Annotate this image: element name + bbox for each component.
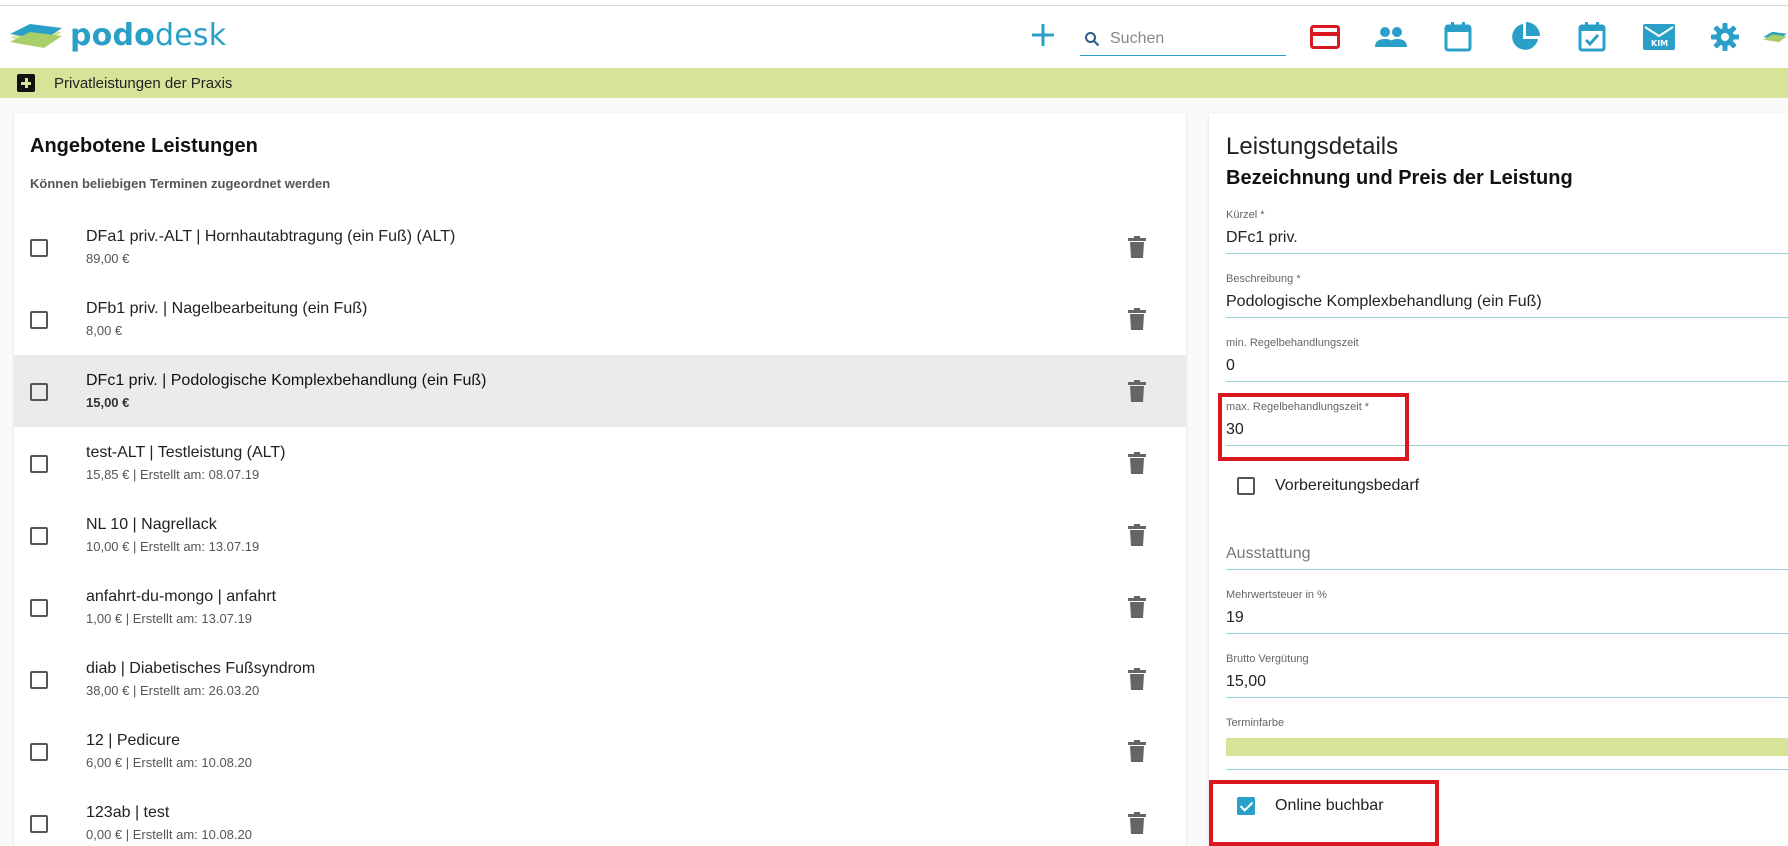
- kim-label: KIM: [1651, 39, 1669, 48]
- services-list-title: Angebotene Leistungen: [30, 135, 258, 157]
- row-checkbox[interactable]: [30, 671, 48, 689]
- row-checkbox[interactable]: [30, 383, 48, 401]
- item-title: DFb1 priv. | Nagelbearbeitung (ein Fuß): [86, 300, 368, 317]
- section-bar: Privatleistungen der Praxis: [0, 68, 1788, 98]
- logo-text-rest: desk: [154, 18, 227, 53]
- field-value[interactable]: 19: [1226, 609, 1788, 633]
- details-subtitle: Bezeichnung und Preis der Leistung: [1226, 167, 1573, 189]
- field-value[interactable]: 0: [1226, 357, 1788, 381]
- trash-icon[interactable]: [1128, 668, 1146, 690]
- field-label: min. Regelbehandlungszeit: [1226, 337, 1359, 349]
- list-item[interactable]: DFa1 priv.-ALT | Hornhautabtragung (ein …: [14, 211, 1186, 283]
- item-meta: 0,00 € | Erstellt am: 10.08.20: [86, 827, 252, 842]
- pie-chart-icon[interactable]: [1508, 20, 1542, 54]
- item-meta: 6,00 € | Erstellt am: 10.08.20: [86, 755, 252, 770]
- trash-icon[interactable]: [1128, 380, 1146, 402]
- service-details-card: Leistungsdetails Bezeichnung und Preis d…: [1209, 113, 1788, 846]
- field-label: Terminfarbe: [1226, 717, 1285, 729]
- item-title: DFa1 priv.-ALT | Hornhautabtragung (ein …: [86, 228, 456, 245]
- list-item[interactable]: NL 10 | Nagrellack 10,00 € | Erstellt am…: [14, 499, 1186, 571]
- item-meta: 1,00 € | Erstellt am: 13.07.19: [86, 611, 252, 626]
- list-item[interactable]: diab | Diabetisches Fußsyndrom 38,00 € |…: [14, 643, 1186, 715]
- item-title: 123ab | test: [86, 804, 170, 821]
- kuerzel-field[interactable]: Kürzel * DFc1 priv.: [1226, 209, 1788, 254]
- credit-card-icon[interactable]: [1308, 20, 1342, 54]
- item-meta: 10,00 € | Erstellt am: 13.07.19: [86, 539, 260, 554]
- list-item[interactable]: DFb1 priv. | Nagelbearbeitung (ein Fuß) …: [14, 283, 1186, 355]
- gear-icon[interactable]: [1708, 20, 1742, 54]
- field-underline: [1226, 769, 1788, 770]
- search-input[interactable]: [1110, 29, 1280, 48]
- add-plus-icon[interactable]: [1030, 22, 1056, 48]
- list-item[interactable]: 123ab | test 0,00 € | Erstellt am: 10.08…: [14, 787, 1186, 846]
- services-list: DFa1 priv.-ALT | Hornhautabtragung (ein …: [14, 211, 1186, 846]
- field-label: Brutto Vergütung: [1226, 653, 1309, 665]
- people-icon[interactable]: [1374, 20, 1408, 54]
- item-title: test-ALT | Testleistung (ALT): [86, 444, 286, 461]
- vorbereitung-checkbox[interactable]: [1237, 477, 1255, 495]
- search-icon: [1085, 31, 1100, 46]
- row-checkbox[interactable]: [30, 527, 48, 545]
- item-title: DFc1 priv. | Podologische Komplexbehandl…: [86, 372, 487, 389]
- row-checkbox[interactable]: [30, 815, 48, 833]
- trash-icon[interactable]: [1128, 308, 1146, 330]
- trash-icon[interactable]: [1128, 740, 1146, 762]
- logo-text-bold: podo: [70, 18, 155, 53]
- item-meta: 38,00 € | Erstellt am: 26.03.20: [86, 683, 260, 698]
- beschreibung-field[interactable]: Beschreibung * Podologische Komplexbehan…: [1226, 273, 1788, 318]
- terminfarbe-swatch[interactable]: [1226, 738, 1788, 756]
- field-label: Kürzel *: [1226, 209, 1265, 221]
- mwst-field[interactable]: Mehrwertsteuer in % 19: [1226, 589, 1788, 634]
- trash-icon[interactable]: [1128, 452, 1146, 474]
- row-checkbox[interactable]: [30, 743, 48, 761]
- calendar-check-icon[interactable]: [1575, 20, 1609, 54]
- field-value[interactable]: Podologische Komplexbehandlung (ein Fuß): [1226, 293, 1788, 317]
- field-value[interactable]: DFc1 priv.: [1226, 229, 1788, 253]
- field-value[interactable]: 15,00: [1226, 673, 1788, 697]
- list-item[interactable]: anfahrt-du-mongo | anfahrt 1,00 € | Erst…: [14, 571, 1186, 643]
- highlight-box: [1218, 393, 1409, 461]
- list-item[interactable]: 12 | Pedicure 6,00 € | Erstellt am: 10.0…: [14, 715, 1186, 787]
- services-list-card: Angebotene Leistungen Können beliebigen …: [14, 113, 1186, 846]
- app-logo[interactable]: pododesk: [8, 18, 226, 53]
- item-meta: 8,00 €: [86, 323, 123, 338]
- item-title: NL 10 | Nagrellack: [86, 516, 217, 533]
- item-title: 12 | Pedicure: [86, 732, 180, 749]
- item-title: diab | Diabetisches Fußsyndrom: [86, 660, 316, 677]
- brutto-field[interactable]: Brutto Vergütung 15,00: [1226, 653, 1788, 698]
- item-meta: 15,00 €: [86, 395, 130, 410]
- min-zeit-field[interactable]: min. Regelbehandlungszeit 0: [1226, 337, 1788, 382]
- ausstattung-placeholder[interactable]: Ausstattung: [1226, 545, 1788, 569]
- logo-icon: [10, 23, 62, 48]
- list-item-selected[interactable]: DFc1 priv. | Podologische Komplexbehandl…: [14, 355, 1186, 427]
- vorbereitung-label: Vorbereitungsbedarf: [1275, 477, 1420, 494]
- calendar-icon[interactable]: [1441, 20, 1475, 54]
- row-checkbox[interactable]: [30, 455, 48, 473]
- terminfarbe-field: Terminfarbe: [1226, 717, 1788, 737]
- logo-icon[interactable]: [1762, 20, 1788, 54]
- list-item[interactable]: test-ALT | Testleistung (ALT) 15,85 € | …: [14, 427, 1186, 499]
- kim-mail-icon[interactable]: KIM: [1642, 20, 1676, 54]
- vorbereitung-checkbox-row[interactable]: Vorbereitungsbedarf: [1237, 477, 1419, 495]
- field-label: Beschreibung *: [1226, 273, 1301, 285]
- row-checkbox[interactable]: [30, 239, 48, 257]
- services-list-subtitle: Können beliebigen Terminen zugeordnet we…: [30, 176, 331, 191]
- details-title: Leistungsdetails: [1226, 133, 1399, 160]
- trash-icon[interactable]: [1128, 812, 1146, 834]
- row-checkbox[interactable]: [30, 599, 48, 617]
- field-label: Mehrwertsteuer in %: [1226, 589, 1327, 601]
- app-header: pododesk KIM: [0, 6, 1788, 68]
- highlight-box: [1209, 780, 1439, 846]
- ausstattung-field[interactable]: Ausstattung: [1226, 537, 1788, 570]
- plus-box-icon[interactable]: [17, 74, 35, 92]
- search-field[interactable]: [1080, 22, 1286, 56]
- item-meta: 15,85 € | Erstellt am: 08.07.19: [86, 467, 260, 482]
- item-meta: 89,00 €: [86, 251, 130, 266]
- section-title: Privatleistungen der Praxis: [54, 74, 233, 92]
- trash-icon[interactable]: [1128, 596, 1146, 618]
- item-title: anfahrt-du-mongo | anfahrt: [86, 588, 277, 605]
- trash-icon[interactable]: [1128, 524, 1146, 546]
- row-checkbox[interactable]: [30, 311, 48, 329]
- trash-icon[interactable]: [1128, 236, 1146, 258]
